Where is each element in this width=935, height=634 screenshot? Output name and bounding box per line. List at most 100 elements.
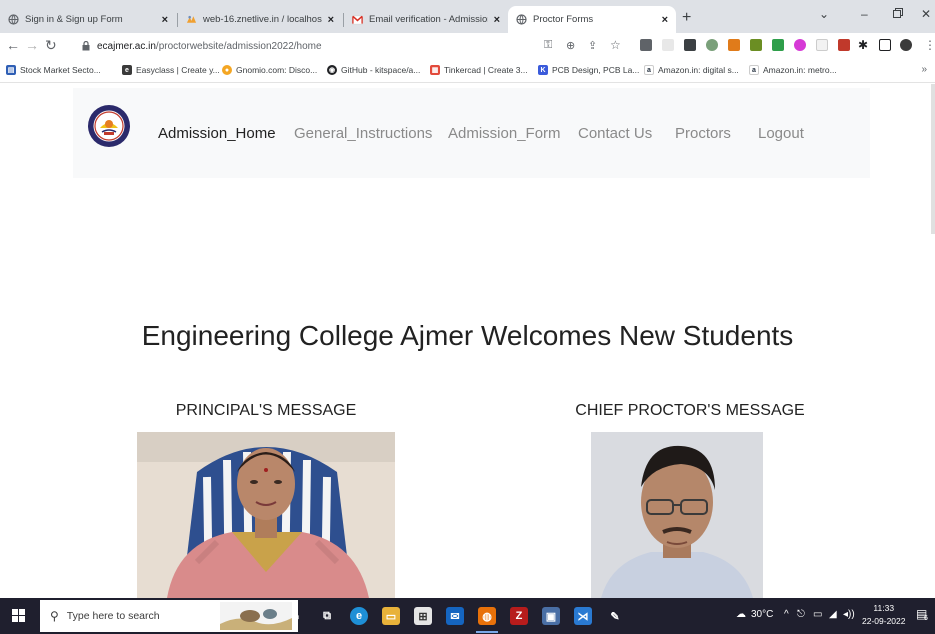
extensions-puzzle-icon[interactable]: ✱ [858,38,868,52]
bookmark-item[interactable]: e Easyclass | Create y... [122,65,220,75]
amazon-icon: a [749,65,759,75]
close-tab-icon[interactable]: × [162,14,168,26]
tab-email-verification[interactable]: Email verification - Admission En × [344,6,508,33]
metamask-icon[interactable] [728,39,740,51]
tab-sign-in-form[interactable]: Sign in & Sign up Form × [0,6,176,33]
principal-photo [137,432,395,598]
lock-icon[interactable] [82,40,90,53]
tab-title: Proctor Forms [533,14,594,25]
edge-icon[interactable]: e [350,607,368,625]
college-logo[interactable] [87,104,131,148]
close-window-icon[interactable]: ✕ [921,7,931,21]
bookmark-item[interactable]: K PCB Design, PCB La... [538,65,639,75]
globe-icon [516,14,527,25]
bookmark-item[interactable]: ◉ GitHub - kitspace/a... [327,65,420,75]
volume-icon[interactable]: ◂)) [843,609,855,620]
profile-avatar[interactable] [900,39,912,51]
restore-icon[interactable] [893,7,903,21]
tray-chevron-icon[interactable]: ^ [784,609,789,620]
task-view-icon[interactable]: ⧉ [318,607,336,625]
bookmarks-bar: ▤ Stock Market Secto... e Easyclass | Crea… [0,60,935,83]
close-tab-icon[interactable]: × [662,14,668,26]
windows-start-icon[interactable] [12,609,26,623]
clock-time: 11:33 [873,603,895,613]
zoom-icon[interactable]: ⊕ [566,39,575,52]
bookmark-item[interactable]: ▤ Stock Market Secto... [6,65,101,75]
terminal-icon[interactable]: ▣ [542,607,560,625]
forward-arrow-icon[interactable]: → [25,37,39,53]
nav-contact-us[interactable]: Contact Us [578,125,652,142]
extension-icon[interactable] [838,39,850,51]
key-icon[interactable]: ⚿ [544,39,552,52]
principal-message-title: PRINCIPAL'S MESSAGE [175,402,357,419]
clock-date: 22-09-2022 [862,616,906,626]
github-icon: ◉ [327,65,337,75]
extension-grid-icon[interactable] [684,39,696,51]
weather-icon[interactable]: ☁ [736,609,746,620]
extension-icon[interactable] [816,39,828,51]
nav-admission-home[interactable]: Admission_Home [158,125,276,142]
page-title: Engineering College Ajmer Welcomes New S… [141,320,794,351]
amazon-icon: a [644,65,654,75]
page-content: Admission_Home General_Instructions Admi… [0,84,935,598]
notification-count: 6 [924,615,928,622]
mail-icon[interactable]: ✉ [446,607,464,625]
phpmyadmin-icon [186,14,197,25]
file-explorer-icon[interactable]: ▭ [382,607,400,625]
tab-title: Email verification - Admission En [369,14,488,25]
filezilla-icon[interactable]: Z [510,607,528,625]
chart-icon: ▤ [6,65,16,75]
wifi-icon[interactable]: ◢ [829,609,837,620]
taskbar-search[interactable]: ⚲ Type here to search [40,600,298,632]
nav-admission-form[interactable]: Admission_Form [448,125,561,142]
browser-menu-icon[interactable]: ⋮ [924,38,935,52]
taskbar-clock[interactable]: 11:33 22-09-2022 [862,602,905,628]
search-icon: ⚲ [50,609,59,623]
vscode-icon[interactable]: ⋊ [574,607,592,625]
easyclass-icon: e [122,65,132,75]
close-tab-icon[interactable]: × [328,14,334,26]
reload-icon[interactable]: ↻ [45,37,57,54]
bookmark-item[interactable]: ● Gnomio.com: Disco... [222,65,317,75]
nav-logout[interactable]: Logout [758,125,804,142]
url-path: /proctorwebsite/admission2022/home [155,41,322,52]
pcb-icon: K [538,65,548,75]
tab-search-chevron-icon[interactable]: ⌄ [819,7,829,21]
tab-phpmyadmin[interactable]: web-16.znetlive.in / localhost:33 × [178,6,342,33]
minimize-icon[interactable]: – [861,7,868,21]
battery-icon[interactable]: ▭ [813,609,822,620]
cortana-icon[interactable]: ○ [287,607,305,625]
nav-proctors[interactable]: Proctors [675,125,731,142]
bookmark-item[interactable]: ▦ Tinkercad | Create 3... [430,65,528,75]
temperature[interactable]: 30°C [751,609,773,620]
side-panel-icon[interactable] [879,39,891,51]
chrome-icon[interactable]: ◍ [478,607,496,625]
page-scrollbar[interactable] [931,84,935,234]
tab-title: Sign in & Sign up Form [25,14,123,25]
extension-icon[interactable] [772,39,784,51]
search-placeholder: Type here to search [66,610,160,622]
nav-general-instructions[interactable]: General_Instructions [294,125,432,142]
gnomio-icon: ● [222,65,232,75]
extension-icon[interactable] [750,39,762,51]
pen-icon[interactable]: ⎋ [797,609,805,620]
store-icon[interactable]: ⊞ [414,607,432,625]
tab-proctor-forms[interactable]: Proctor Forms × [508,6,676,33]
bookmark-star-icon[interactable]: ☆ [610,38,621,52]
site-navbar: Admission_Home General_Instructions Admi… [73,88,870,178]
new-tab-button[interactable]: + [682,9,691,27]
back-arrow-icon[interactable]: ← [6,37,20,53]
paint-icon[interactable]: ✎ [606,607,624,625]
active-app-indicator [476,631,498,633]
notification-icon[interactable]: ▤ 6 [916,607,928,622]
share-icon[interactable]: ⇪ [588,39,597,52]
extension-icon[interactable] [706,39,718,51]
close-tab-icon[interactable]: × [494,14,500,26]
bookmarks-overflow-icon[interactable]: » [921,64,927,75]
extension-icon[interactable] [662,39,674,51]
extension-icon[interactable] [794,39,806,51]
extension-icon[interactable] [640,39,652,51]
bookmark-item[interactable]: a Amazon.in: metro... [749,65,837,75]
browser-tab-strip: Sign in & Sign up Form × web-16.znetlive… [0,0,935,33]
bookmark-item[interactable]: a Amazon.in: digital s... [644,65,739,75]
